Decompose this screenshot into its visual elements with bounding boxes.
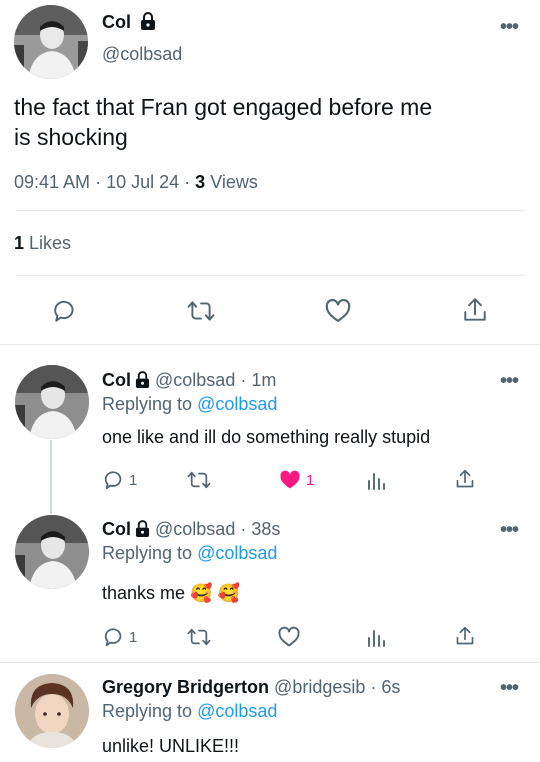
more-options-icon[interactable]: •••	[500, 678, 519, 698]
replying-to: Replying to @colbsad	[102, 394, 277, 415]
heart-icon	[277, 625, 301, 649]
retweet-button[interactable]	[187, 626, 215, 648]
replying-to-prefix: Replying to	[102, 394, 193, 414]
share-icon	[455, 625, 475, 647]
replying-to-prefix: Replying to	[102, 543, 193, 563]
divider	[0, 344, 540, 345]
reply-age: · 1m	[240, 370, 277, 390]
retweet-button[interactable]	[187, 469, 215, 491]
reply-author-handle[interactable]: @colbsad	[155, 370, 235, 390]
retweet-button[interactable]	[187, 298, 215, 324]
divider	[16, 275, 524, 276]
share-button[interactable]	[455, 468, 475, 490]
share-button[interactable]	[462, 296, 488, 324]
views-label: Views	[210, 172, 258, 192]
reply-icon	[52, 298, 78, 324]
reply-header: Gregory Bridgerton @bridgesib · 6s	[102, 677, 400, 698]
author-name[interactable]: Col	[102, 12, 131, 32]
replying-to-prefix: Replying to	[102, 701, 193, 721]
replying-to-link[interactable]: @colbsad	[197, 543, 277, 563]
reply-text: thanks me 🥰 🥰	[102, 583, 240, 603]
lock-icon	[135, 371, 150, 393]
analytics-icon	[366, 470, 386, 490]
reply-count: 1	[129, 471, 138, 489]
likes-count: 1	[14, 233, 25, 253]
reply-author-name[interactable]: Gregory Bridgerton	[102, 677, 269, 697]
analytics-button[interactable]	[366, 470, 386, 490]
reply-header: Col @colbsad · 38s	[102, 519, 280, 542]
share-icon	[455, 468, 475, 490]
reply-author-name[interactable]: Col	[102, 519, 131, 539]
reply-age: · 6s	[370, 677, 401, 697]
author-avatar[interactable]	[14, 5, 88, 79]
analytics-icon	[366, 627, 386, 647]
reply-button[interactable]: 1	[103, 626, 137, 648]
tweet-meta: 09:41 AM · 10 Jul 24 · 3 Views	[14, 172, 258, 193]
reply-avatar[interactable]	[15, 515, 89, 589]
thread-connector	[50, 440, 52, 514]
replying-to: Replying to @colbsad	[102, 701, 277, 722]
more-options-icon[interactable]: •••	[500, 520, 519, 540]
reply-button[interactable]	[52, 298, 78, 324]
analytics-button[interactable]	[366, 627, 386, 647]
share-icon	[462, 296, 488, 324]
more-options-icon[interactable]: •••	[500, 17, 519, 37]
views-count: 3	[195, 172, 206, 192]
author-handle[interactable]: @colbsad	[102, 44, 182, 65]
likes-stat[interactable]: 1 Likes	[14, 233, 71, 254]
divider	[16, 210, 524, 211]
reply-button[interactable]: 1	[103, 469, 137, 491]
more-options-icon[interactable]: •••	[500, 371, 519, 391]
reply-age: · 38s	[240, 519, 281, 539]
tweet-text-line-2: is shocking	[14, 124, 128, 150]
replying-to: Replying to @colbsad	[102, 543, 277, 564]
heart-icon	[324, 297, 352, 325]
reply-text: unlike! UNLIKE!!!	[102, 736, 240, 756]
divider	[0, 662, 540, 663]
like-button[interactable]	[277, 625, 305, 649]
meta-separator: ·	[95, 172, 107, 192]
replying-to-link[interactable]: @colbsad	[197, 701, 277, 721]
retweet-icon	[187, 298, 215, 324]
like-button[interactable]: 1	[278, 468, 314, 492]
like-button[interactable]	[324, 297, 352, 325]
tweet-date[interactable]: 10 Jul 24	[106, 172, 179, 192]
author-name-row[interactable]: Col	[102, 12, 156, 35]
heart-filled-icon	[278, 468, 302, 492]
reply-author-handle[interactable]: @bridgesib	[274, 677, 365, 697]
reply-icon	[103, 626, 125, 648]
reply-header: Col @colbsad · 1m	[102, 370, 276, 393]
share-button[interactable]	[455, 625, 475, 647]
reply-count: 1	[129, 628, 138, 646]
reply-avatar[interactable]	[15, 365, 89, 439]
like-count: 1	[306, 471, 315, 489]
lock-icon	[140, 12, 156, 35]
reply-icon	[103, 469, 125, 491]
tweet-text: the fact that Fran got engaged before me…	[14, 92, 526, 152]
replying-to-link[interactable]: @colbsad	[197, 394, 277, 414]
reply-author-handle[interactable]: @colbsad	[155, 519, 235, 539]
lock-icon	[135, 520, 150, 542]
tweet-text-line-1: the fact that Fran got engaged before me	[14, 94, 433, 120]
reply-text: one like and ill do something really stu…	[102, 427, 431, 447]
likes-label: Likes	[29, 233, 72, 253]
meta-separator: ·	[184, 172, 196, 192]
reply-avatar[interactable]	[15, 674, 89, 748]
reply-author-name[interactable]: Col	[102, 370, 131, 390]
retweet-icon	[187, 626, 211, 648]
retweet-icon	[187, 469, 211, 491]
tweet-time[interactable]: 09:41 AM	[14, 172, 90, 192]
